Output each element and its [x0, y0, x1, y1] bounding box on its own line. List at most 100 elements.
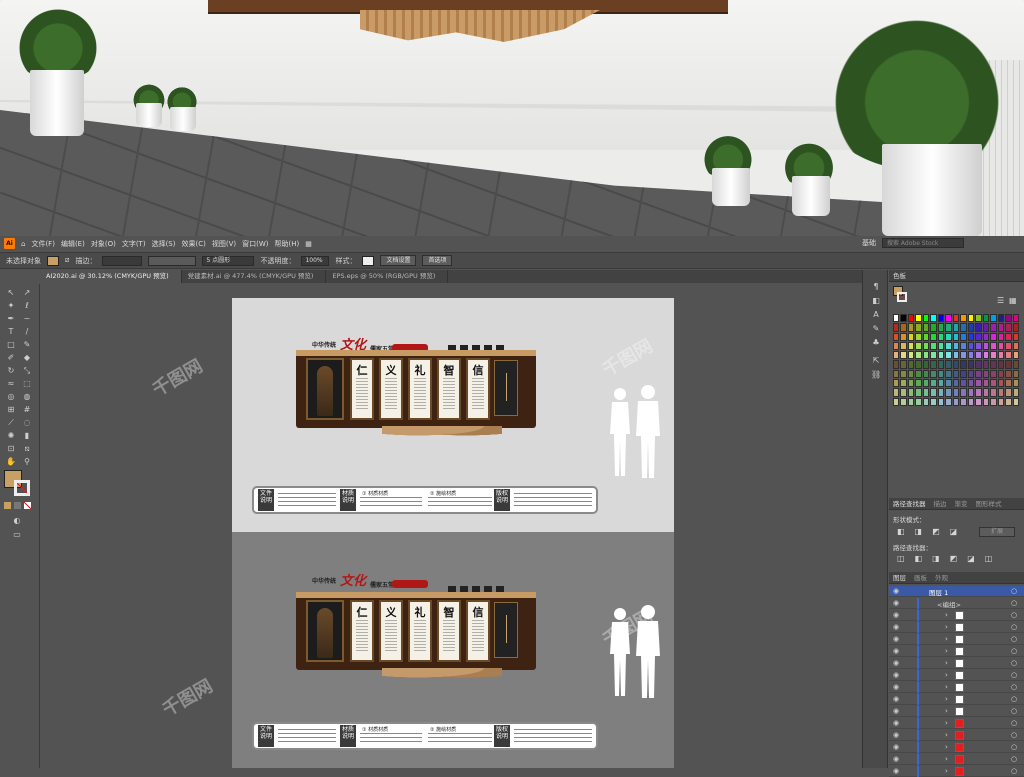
swatch[interactable] — [990, 360, 997, 369]
swatch[interactable] — [967, 351, 975, 360]
scale-tool-icon[interactable]: ⤡ — [22, 366, 32, 376]
symbol-sprayer-icon[interactable]: ✺ — [6, 431, 16, 441]
swatch[interactable] — [907, 323, 915, 332]
target-circle-icon[interactable]: ○ — [1011, 719, 1017, 727]
swatch[interactable] — [900, 314, 907, 323]
swatch[interactable] — [997, 360, 1005, 369]
swatch[interactable] — [982, 341, 990, 351]
shape-mode-buttons[interactable]: ◧◨◩◪ — [897, 527, 967, 536]
swatch[interactable] — [990, 323, 997, 332]
chevron-right-icon[interactable]: › — [945, 623, 948, 631]
swatch[interactable] — [922, 360, 930, 369]
document-setup-button[interactable]: 文档设置 — [380, 255, 417, 266]
swatch[interactable] — [945, 314, 952, 323]
swatch[interactable] — [990, 379, 997, 388]
swatch[interactable] — [952, 332, 960, 341]
swatch[interactable] — [960, 351, 967, 360]
swatch[interactable] — [990, 314, 997, 323]
swatch[interactable] — [922, 351, 930, 360]
swatch[interactable] — [915, 351, 922, 360]
swatch[interactable] — [893, 323, 900, 332]
layer-row-group[interactable]: ◉ <编组> ○ — [889, 598, 1024, 609]
swatch[interactable] — [960, 314, 967, 323]
layer-row[interactable]: ◉ › ○ — [889, 718, 1024, 729]
export-icon[interactable]: ⇱ — [871, 356, 881, 366]
chevron-right-icon[interactable]: › — [945, 731, 948, 739]
swatch[interactable] — [915, 388, 922, 397]
swatch[interactable] — [1012, 314, 1019, 323]
swatch[interactable] — [907, 314, 915, 323]
tab-party-material[interactable]: 党建素材.ai @ 477.4% (CMYK/GPU 预览) — [182, 270, 327, 283]
swatch[interactable] — [1005, 397, 1012, 406]
swatch[interactable] — [893, 332, 900, 341]
swatch[interactable] — [1012, 323, 1019, 332]
swatch[interactable] — [937, 351, 945, 360]
links-icon[interactable]: ⛓ — [871, 370, 881, 380]
swatch[interactable] — [952, 351, 960, 360]
target-circle-icon[interactable]: ○ — [1011, 671, 1017, 679]
swatch[interactable] — [900, 332, 907, 341]
shaper-tool-icon[interactable]: ✐ — [6, 353, 16, 363]
none-mode-icon[interactable] — [24, 502, 31, 509]
swatch[interactable] — [930, 341, 937, 351]
layer-row[interactable]: ◉ › ○ — [889, 682, 1024, 693]
swatch[interactable] — [982, 351, 990, 360]
menu-type[interactable]: 文字(T) — [122, 239, 146, 249]
menu-select[interactable]: 选择(S) — [152, 239, 176, 249]
color-mode-icon[interactable] — [4, 502, 11, 509]
swatch[interactable] — [997, 379, 1005, 388]
target-circle-icon[interactable]: ○ — [1011, 683, 1017, 691]
swatch[interactable] — [975, 332, 982, 341]
swatch[interactable] — [893, 360, 900, 369]
swatch[interactable] — [930, 369, 937, 379]
swatch[interactable] — [997, 314, 1005, 323]
swatch[interactable] — [960, 341, 967, 351]
tab-appearance[interactable]: 外观 — [935, 572, 948, 583]
draw-mode-icon[interactable]: ◐ — [12, 516, 22, 526]
layer-row[interactable]: ◉ › ○ — [889, 658, 1024, 669]
swatch[interactable] — [915, 397, 922, 406]
swatch[interactable] — [907, 360, 915, 369]
swatch[interactable] — [900, 360, 907, 369]
swatch[interactable] — [952, 388, 960, 397]
swatch[interactable] — [1005, 369, 1012, 379]
swatch[interactable] — [997, 323, 1005, 332]
swatch[interactable] — [930, 360, 937, 369]
tab-artboards[interactable]: 画板 — [914, 572, 927, 583]
swatch[interactable] — [990, 341, 997, 351]
tab-graphic-styles[interactable]: 图形样式 — [976, 498, 1002, 509]
layer-row[interactable]: ◉ › ○ — [889, 742, 1024, 753]
swatch[interactable] — [900, 351, 907, 360]
swatch[interactable] — [952, 341, 960, 351]
swatch[interactable] — [937, 388, 945, 397]
swatch[interactable] — [900, 397, 907, 406]
swatch[interactable] — [975, 341, 982, 351]
swatches-title[interactable]: 色板 — [893, 270, 906, 281]
tab-stroke[interactable]: 描边 — [934, 498, 947, 509]
target-circle-icon[interactable]: ○ — [1011, 695, 1017, 703]
swatch[interactable] — [945, 351, 952, 360]
chevron-right-icon[interactable]: › — [945, 743, 948, 751]
chevron-right-icon[interactable]: › — [945, 683, 948, 691]
target-circle-icon[interactable]: ○ — [1011, 767, 1017, 775]
swatch[interactable] — [1005, 379, 1012, 388]
swatch[interactable] — [930, 332, 937, 341]
visibility-eye-icon[interactable]: ◉ — [893, 647, 899, 655]
swatch[interactable] — [982, 332, 990, 341]
swatch[interactable] — [967, 341, 975, 351]
chevron-right-icon[interactable]: › — [945, 755, 948, 763]
swatch[interactable] — [952, 323, 960, 332]
swatch[interactable] — [967, 360, 975, 369]
shape-builder-icon[interactable]: ◎ — [6, 392, 16, 402]
layer-row[interactable]: ◉ › ○ — [889, 622, 1024, 633]
swatch[interactable] — [1005, 351, 1012, 360]
swatch[interactable] — [975, 314, 982, 323]
menu-edit[interactable]: 编辑(E) — [61, 239, 85, 249]
swatch[interactable] — [975, 323, 982, 332]
paragraph-icon[interactable]: ¶ — [871, 282, 881, 292]
pathfinder-buttons[interactable]: ◫◧◨◩◪◫ — [897, 554, 1002, 563]
curvature-tool-icon[interactable]: ~ — [22, 314, 32, 324]
swatch[interactable] — [907, 332, 915, 341]
live-paint-icon[interactable]: ◍ — [22, 392, 32, 402]
chevron-right-icon[interactable]: › — [945, 659, 948, 667]
